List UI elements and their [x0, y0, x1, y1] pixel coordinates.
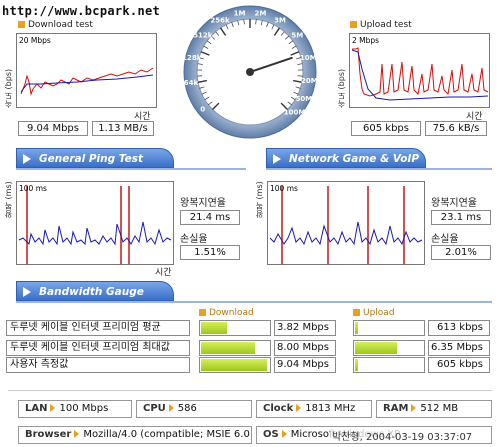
- ping-game-rtt-value: 23.1 ms: [431, 210, 491, 225]
- download-bar-value: 8.00 Mbps: [274, 340, 336, 356]
- speed-gauge: 1M 2M 3M 5M 10M 20M 50M 100M 256k 512k 128k 64k 0: [182, 4, 318, 140]
- ping-general-yaxis-label: 왕복 (ms): [4, 181, 13, 218]
- download-speed-mbps: 9.04 Mbps: [18, 121, 88, 136]
- upload-bar-value: 613 kbps: [428, 320, 490, 336]
- bandwidth-download-header: Download: [199, 308, 254, 318]
- download-bar: [199, 320, 271, 336]
- upload-top-tick: 2 Mbps: [352, 36, 380, 45]
- tab-divider: [16, 301, 492, 303]
- tab-bandwidth-gauge[interactable]: Bandwidth Gauge: [16, 281, 174, 301]
- bandwidth-row-label: 두루넷 케이블 인터넷 프리미엄 최대값: [6, 340, 190, 356]
- download-bar-fill: [201, 359, 267, 371]
- ping-game-loss-label: 손실율: [431, 234, 459, 245]
- gauge-dial: 1M 2M 3M 5M 10M 20M 50M 100M 256k 512k 128k 64k 0: [182, 5, 318, 139]
- download-graph: 20 Mbps: [16, 33, 157, 108]
- download-bar: [199, 340, 271, 356]
- gauge-scale-label: 1M: [234, 9, 246, 17]
- ping-game-top-tick: 100 ms: [270, 184, 298, 193]
- gauge-scale-label: 5M: [291, 32, 303, 40]
- download-top-tick: 20 Mbps: [19, 36, 51, 45]
- arrow-right-icon: [281, 430, 287, 438]
- tab-network-game-voip[interactable]: Network Game & VoIP Test: [266, 148, 426, 185]
- tab-divider: [16, 168, 246, 170]
- tab-general-ping-test[interactable]: General Ping Test: [16, 148, 174, 168]
- upload-bar-value: 6.35 Mbps: [428, 340, 490, 356]
- upload-bar: [353, 320, 425, 336]
- gauge-scale-label: 512k: [193, 32, 213, 40]
- download-bar-value: 9.04 Mbps: [274, 357, 336, 373]
- arrow-right-icon: [50, 404, 56, 412]
- upload-speed-kbs: 75.6 kB/s: [425, 121, 487, 136]
- upload-yaxis-label: 속도 (bps): [337, 68, 346, 108]
- download-bar-fill: [201, 342, 255, 354]
- lan-info: LAN 100 Mbps: [18, 400, 132, 418]
- play-arrow-icon: [23, 287, 31, 297]
- clock-info: Clock 1813 MHz: [256, 400, 372, 418]
- download-yaxis-label: 속도 (bps): [4, 68, 13, 108]
- bandwidth-row-label: 두루넷 케이블 인터넷 프리미엄 평균: [6, 320, 190, 336]
- gauge-scale-label: 100M: [284, 109, 306, 117]
- bandwidth-row-label: 사용자 측정값: [6, 357, 190, 373]
- upload-graph: 2 Mbps: [349, 33, 490, 108]
- site-watermark: http://www.bcpark.net: [2, 4, 161, 18]
- gauge-scale-label: 50M: [296, 95, 313, 103]
- ping-game-graph: 100 ms: [267, 181, 425, 265]
- gauge-scale-label: 64k: [184, 79, 199, 87]
- bullet-icon: [350, 21, 357, 28]
- ping-general-loss-label: 손실율: [180, 234, 208, 245]
- gauge-scale-label: 256k: [210, 17, 230, 25]
- download-bar-value: 3.82 Mbps: [274, 320, 336, 336]
- ping-game-loss-value: 2.01%: [431, 245, 491, 260]
- arrow-right-icon: [74, 430, 80, 438]
- upload-bar-fill: [355, 322, 358, 334]
- ping-game-plot: [269, 186, 423, 264]
- gauge-scale-label: 10M: [300, 54, 317, 62]
- ping-game-rtt-label: 왕복지연율: [431, 198, 477, 209]
- capture-timestamp: 박찬형, 2004-03-19 03:37:07: [330, 428, 475, 443]
- download-bar-fill: [201, 322, 227, 334]
- ping-game-yaxis-label: 왕복 (ms): [255, 181, 264, 218]
- ping-general-graph: 100 ms: [16, 181, 174, 265]
- download-bar: [199, 357, 271, 373]
- bandwidth-upload-header: Upload: [353, 308, 395, 318]
- gauge-scale-label: 2M: [254, 9, 266, 17]
- ping-general-loss-value: 1.51%: [180, 245, 240, 260]
- ping-general-top-tick: 100 ms: [19, 184, 47, 193]
- cpu-info: CPU 586: [136, 400, 252, 418]
- download-speed-mbs: 1.13 MB/s: [92, 121, 154, 136]
- upload-bar-fill: [355, 342, 397, 354]
- arrow-right-icon: [168, 404, 174, 412]
- ping-general-rtt-value: 21.4 ms: [180, 210, 240, 225]
- upload-bar-fill: [355, 359, 358, 371]
- ping-general-rtt-label: 왕복지연율: [180, 198, 226, 209]
- ping-general-plot: [18, 186, 172, 264]
- tab-divider: [266, 168, 492, 170]
- download-test-title: Download test: [18, 20, 93, 30]
- gauge-scale-label: 128k: [182, 54, 202, 62]
- gauge-scale-label: 3M: [274, 17, 286, 25]
- browser-info: Browser Mozilla/4.0 (compatible; MSIE 6.0: [18, 426, 252, 444]
- upload-speed-kbps: 605 kbps: [351, 121, 421, 136]
- bullet-icon: [353, 309, 360, 316]
- upload-bar-value: 605 kbps: [428, 357, 490, 373]
- bullet-icon: [18, 21, 25, 28]
- gauge-scale-label: 0: [200, 105, 205, 113]
- arrow-right-icon: [296, 404, 302, 412]
- upload-test-title: Upload test: [350, 20, 412, 30]
- gauge-scale-label: 20M: [301, 77, 318, 85]
- arrow-right-icon: [411, 404, 417, 412]
- upload-bar: [353, 357, 425, 373]
- ping-general-xaxis-label: 시간: [155, 268, 172, 278]
- play-arrow-icon: [23, 154, 31, 164]
- play-arrow-icon: [273, 154, 281, 164]
- upload-bar: [353, 340, 425, 356]
- ram-info: RAM 512 MB: [376, 400, 492, 418]
- bullet-icon: [199, 309, 206, 316]
